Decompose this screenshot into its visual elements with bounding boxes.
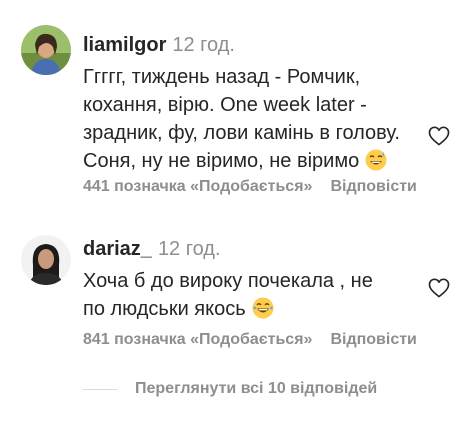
likes-count[interactable]: 441 позначка «Подобається»	[83, 178, 312, 195]
comment-text-line-with-emoji: Соня, ну не віримо, не віримо	[83, 147, 423, 179]
comment-text-line: Хоча б до вироку почекала , не	[83, 270, 373, 292]
comment-meta: 841 позначка «Подобається» Відповісти	[83, 331, 417, 349]
timestamp: 12 год.	[172, 34, 235, 56]
like-heart-icon[interactable]	[428, 278, 450, 298]
replies-divider-line	[83, 388, 117, 390]
like-heart-icon[interactable]	[428, 126, 450, 146]
reply-button[interactable]: Відповісти	[330, 178, 416, 195]
comment-text-line: по людськи якось	[83, 298, 246, 320]
view-replies-label: Переглянути всі 10 відповідей	[135, 380, 378, 397]
comment-text-line-with-emoji: по людськи якось	[83, 295, 423, 327]
likes-count[interactable]: 841 позначка «Подобається»	[83, 331, 312, 348]
timestamp: 12 год.	[157, 238, 221, 260]
comment-meta: 441 позначка «Подобається» Відповісти	[83, 178, 417, 196]
comment-header: liamilgor 12 год.	[83, 32, 423, 58]
comment-text: Ггггг, тиждень назад - Ромчик, кохання, …	[83, 63, 423, 179]
comment-text-line: Соня, ну не віримо, не віримо	[83, 150, 360, 172]
view-replies-button[interactable]: Переглянути всі 10 відповідей	[83, 378, 377, 400]
avatar[interactable]	[21, 235, 71, 285]
comment-text-line: кохання, вірю. One week later -	[83, 94, 367, 116]
grinning-sweat-emoji	[365, 149, 387, 179]
username[interactable]: dariaz_	[83, 238, 152, 260]
comment-text: Хоча б до вироку почекала , не по людськ…	[83, 267, 423, 327]
username[interactable]: liamilgor	[83, 34, 166, 56]
avatar[interactable]	[21, 25, 71, 75]
tears-of-joy-emoji	[252, 297, 274, 327]
comment-header: dariaz_ 12 год.	[83, 236, 423, 262]
comment-text-line: зрадник, фу, лови камінь в голову.	[83, 122, 400, 144]
comment-text-line: Ггггг, тиждень назад - Ромчик,	[83, 66, 361, 88]
reply-button[interactable]: Відповісти	[330, 331, 416, 348]
